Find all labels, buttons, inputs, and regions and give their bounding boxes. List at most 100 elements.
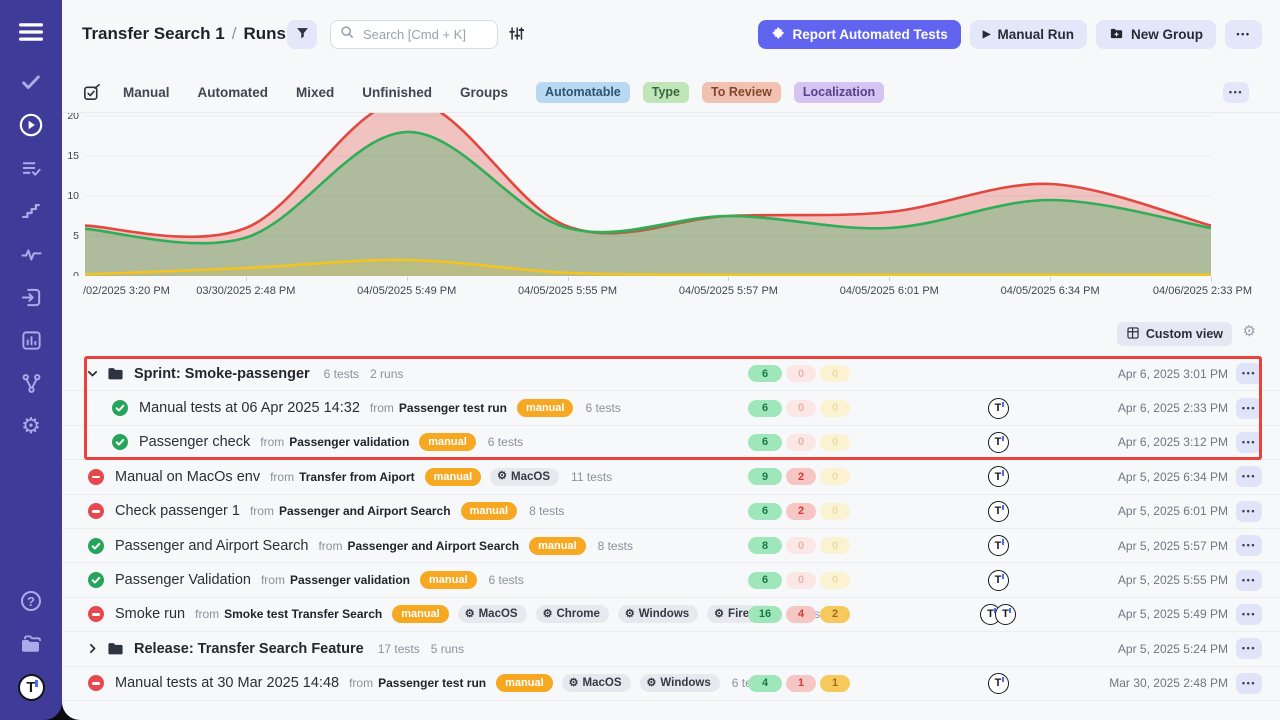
run-source[interactable]: Passenger test run (378, 676, 486, 690)
breadcrumb-project[interactable]: Transfer Search 1 (82, 24, 225, 43)
run-title[interactable]: Passenger Validation (115, 572, 251, 588)
run-title[interactable]: Check passenger 1 (115, 503, 240, 519)
row-more-button[interactable]: ••• (1236, 466, 1262, 487)
run-row[interactable]: Passenger checkfromPassenger validationm… (62, 426, 1280, 460)
pulse-icon[interactable] (16, 240, 46, 268)
y-axis-label: 5 (62, 230, 79, 242)
custom-view-button[interactable]: Custom view (1117, 322, 1232, 346)
group-title[interactable]: Sprint: Smoke-passenger (134, 366, 310, 382)
run-source[interactable]: Passenger validation (289, 435, 409, 449)
row-more-button[interactable]: ••• (1236, 535, 1262, 556)
tag-pill-localization[interactable]: Localization (794, 82, 884, 103)
projects-icon[interactable] (16, 630, 46, 658)
tag-manual[interactable]: manual (496, 674, 553, 692)
import-icon[interactable] (16, 283, 46, 311)
manual-run-button[interactable]: ▶ Manual Run (970, 20, 1087, 49)
run-source[interactable]: Passenger and Airport Search (347, 539, 519, 553)
run-source[interactable]: Passenger test run (399, 401, 507, 415)
group-title[interactable]: Release: Transfer Search Feature (134, 641, 364, 657)
row-more-button[interactable]: ••• (1236, 398, 1262, 419)
run-row[interactable]: Manual on MacOs envfromTransfer from Aip… (62, 460, 1280, 494)
row-more-button[interactable]: ••• (1236, 432, 1262, 453)
tag-pill-type[interactable]: Type (643, 82, 689, 103)
tab-groups[interactable]: Groups (460, 85, 508, 100)
settings-icon[interactable]: ⚙ (16, 412, 46, 440)
group-row[interactable]: Release: Transfer Search Feature17 tests… (62, 632, 1280, 666)
filter-bar: Manual Automated Mixed Unfinished Groups Auto… (82, 80, 1280, 104)
run-row[interactable]: Smoke runfromSmoke test Transfer Searchm… (62, 598, 1280, 632)
analytics-icon[interactable] (16, 326, 46, 354)
run-source[interactable]: Passenger validation (290, 573, 410, 587)
env-name: Windows (660, 677, 710, 689)
new-group-button[interactable]: New Group (1096, 20, 1216, 49)
tab-automated[interactable]: Automated (198, 85, 269, 100)
skipped-count-badge: 0 (820, 400, 850, 417)
row-more-button[interactable]: ••• (1236, 363, 1262, 384)
tab-manual[interactable]: Manual (123, 85, 170, 100)
chevron-right-icon[interactable] (86, 642, 100, 655)
view-settings-gear-icon[interactable]: ⚙ (1243, 324, 1256, 339)
tag-manual[interactable]: manual (529, 537, 586, 555)
header-more-button[interactable]: ••• (1225, 20, 1262, 49)
tags-more-button[interactable]: ••• (1223, 82, 1249, 103)
puzzle-icon (771, 26, 786, 44)
run-row[interactable]: Passenger ValidationfromPassenger valida… (62, 563, 1280, 597)
row-more-button[interactable]: ••• (1236, 604, 1262, 625)
tag-manual[interactable]: manual (425, 468, 482, 486)
help-icon[interactable]: ? (16, 587, 46, 615)
report-automated-tests-button[interactable]: Report Automated Tests (758, 20, 961, 49)
adjustments-icon[interactable] (507, 25, 524, 47)
run-title[interactable]: Passenger check (139, 434, 250, 450)
tag-manual[interactable]: manual (420, 571, 477, 589)
row-more-button[interactable]: ••• (1236, 638, 1262, 659)
run-row[interactable]: Passenger and Airport SearchfromPassenge… (62, 529, 1280, 563)
row-more-button[interactable]: ••• (1236, 570, 1262, 591)
from-label: from (370, 401, 394, 415)
result-badges: 1642 (748, 606, 850, 623)
steps-icon[interactable] (16, 197, 46, 225)
plans-icon[interactable] (16, 154, 46, 182)
branches-icon[interactable] (16, 369, 46, 397)
tag-manual[interactable]: manual (419, 433, 476, 451)
group-row[interactable]: Sprint: Smoke-passenger6 tests2 runs600A… (62, 357, 1280, 391)
run-title[interactable]: Manual on MacOs env (115, 469, 260, 485)
run-date: Apr 5, 2025 5:49 PM (1118, 607, 1228, 621)
x-axis-label: 04/05/2025 5:49 PM (357, 285, 456, 297)
row-more-button[interactable]: ••• (1236, 501, 1262, 522)
chevron-down-icon[interactable] (86, 367, 100, 380)
env-badge-windows: ⚙Windows (618, 605, 698, 623)
runs-icon[interactable] (16, 111, 46, 139)
assignee-avatars: T (972, 673, 1024, 694)
filter-button[interactable] (287, 20, 317, 49)
avatar: T (988, 501, 1009, 522)
select-runs-icon[interactable] (82, 83, 101, 102)
failed-count-badge: 0 (786, 572, 816, 589)
tag-manual[interactable]: manual (517, 399, 574, 417)
run-title[interactable]: Passenger and Airport Search (115, 538, 308, 554)
tag-pill-to-review[interactable]: To Review (702, 82, 781, 103)
tag-pill-automatable[interactable]: Automatable (536, 82, 630, 103)
failed-count-badge: 1 (786, 675, 816, 692)
row-more-button[interactable]: ••• (1236, 673, 1262, 694)
tag-manual[interactable]: manual (461, 502, 518, 520)
tests-icon[interactable] (16, 68, 46, 96)
menu-icon[interactable] (16, 18, 46, 46)
run-row[interactable]: Check passenger 1fromPassenger and Airpo… (62, 495, 1280, 529)
run-row[interactable]: Manual tests at 30 Mar 2025 14:48fromPas… (62, 667, 1280, 701)
tag-manual[interactable]: manual (392, 605, 449, 623)
run-date: Apr 6, 2025 3:01 PM (1118, 367, 1228, 381)
tab-mixed[interactable]: Mixed (296, 85, 334, 100)
tab-unfinished[interactable]: Unfinished (362, 85, 432, 100)
run-row[interactable]: Manual tests at 06 Apr 2025 14:32 from Pas… (62, 391, 1280, 425)
run-source[interactable]: Passenger and Airport Search (279, 504, 451, 518)
run-title[interactable]: Smoke run (115, 606, 185, 622)
run-source[interactable]: Transfer from Aiport (299, 470, 415, 484)
run-title[interactable]: Manual tests at 06 Apr 2025 14:32 (139, 400, 360, 416)
search-input[interactable] (361, 26, 488, 43)
breadcrumb-divider: / (232, 24, 237, 43)
tests-count: 8 tests (598, 539, 633, 553)
run-source[interactable]: Smoke test Transfer Search (224, 607, 382, 621)
run-title[interactable]: Manual tests at 30 Mar 2025 14:48 (115, 675, 339, 691)
logo-icon[interactable]: T (16, 673, 46, 701)
y-axis-label: 0 (62, 270, 79, 277)
